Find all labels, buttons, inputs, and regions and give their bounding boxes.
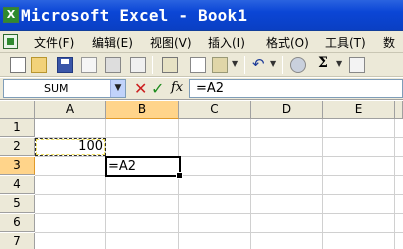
formula-input[interactable]: =A2 [189,79,403,98]
toolbar-separator [244,56,245,74]
formula-bar: SUM ▼ ✕ ✓ fx =A2 [0,78,403,100]
row-header-2[interactable]: 2 [0,138,35,156]
menu-format[interactable]: 格式(O) [266,34,309,51]
gridline [35,232,403,233]
excel-app-icon[interactable] [3,7,19,23]
research-icon[interactable] [162,57,178,73]
copy-icon[interactable] [190,57,206,73]
gridline [35,194,403,195]
permission-icon[interactable] [81,57,97,73]
workbook-icon[interactable] [3,34,18,49]
menu-bar: 文件(F) 编辑(E) 视图(V) 插入(I) 格式(O) 工具(T) 数 [0,31,403,53]
menu-edit[interactable]: 编辑(E) [92,34,133,51]
paste-dropdown-icon[interactable]: ▼ [232,59,238,68]
column-header-b[interactable]: B [106,101,179,119]
autosum-dropdown-icon[interactable]: ▼ [336,59,342,68]
gridline [35,213,403,214]
column-header-d[interactable]: D [251,101,323,119]
menu-view[interactable]: 视图(V) [150,34,192,51]
hyperlink-icon[interactable] [290,57,306,73]
gridline [394,119,395,249]
cell-a2[interactable]: 100 [35,138,106,156]
open-icon[interactable] [31,57,47,73]
menu-data[interactable]: 数 [383,34,395,51]
name-box-dropdown-icon[interactable]: ▼ [110,80,125,97]
enter-icon[interactable]: ✓ [151,79,164,98]
row-header-6[interactable]: 6 [0,214,35,232]
autosum-icon[interactable]: Σ [318,55,328,71]
gridline [322,119,323,249]
column-header-a[interactable]: A [35,101,106,119]
window-title: Microsoft Excel - Book1 [21,6,248,25]
print-icon[interactable] [105,57,121,73]
paste-icon[interactable] [212,57,228,73]
row-header-1[interactable]: 1 [0,119,35,137]
gridline [178,119,179,249]
column-header-f[interactable] [395,101,403,119]
gridline [35,156,403,157]
name-box[interactable]: SUM ▼ [3,79,126,98]
title-bar: Microsoft Excel - Book1 [0,0,403,31]
menu-tools[interactable]: 工具(T) [325,34,366,51]
worksheet-grid[interactable]: A B C D E 1 2 3 4 5 6 7 100 =A2 [0,101,403,249]
gridline [35,175,403,176]
menu-file[interactable]: 文件(F) [34,34,74,51]
column-header-c[interactable]: C [179,101,251,119]
column-header-e[interactable]: E [323,101,395,119]
toolbar-separator [282,56,283,74]
name-box-value: SUM [44,82,69,95]
select-all-corner[interactable] [0,101,35,119]
row-header-3[interactable]: 3 [0,157,35,175]
undo-dropdown-icon[interactable]: ▼ [270,59,276,68]
standard-toolbar: ▼ ↶ ▼ Σ ▼ [0,53,403,77]
row-header-4[interactable]: 4 [0,176,35,194]
cancel-icon[interactable]: ✕ [134,79,147,98]
new-icon[interactable] [10,57,26,73]
undo-icon[interactable]: ↶ [252,55,268,73]
gridline [250,119,251,249]
row-header-7[interactable]: 7 [0,233,35,249]
cell-b3-active[interactable]: =A2 [105,156,183,179]
menu-insert[interactable]: 插入(I) [208,34,245,51]
save-icon[interactable] [57,57,73,73]
row-header-5[interactable]: 5 [0,195,35,213]
insert-function-icon[interactable]: fx [171,80,183,95]
toolbar-separator [152,56,153,74]
print-preview-icon[interactable] [130,57,146,73]
sort-icon[interactable] [349,57,365,73]
